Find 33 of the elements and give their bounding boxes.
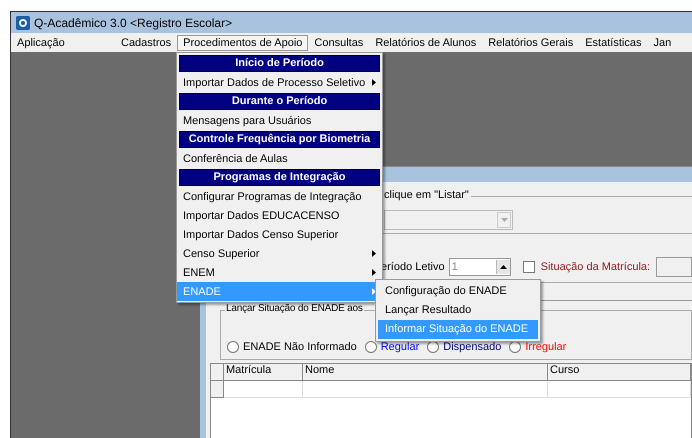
menu-item[interactable]: Consultas: [308, 34, 370, 50]
column-header[interactable]: Curso: [548, 364, 691, 381]
menu-item[interactable]: Relatórios Gerais: [482, 34, 580, 50]
period-field[interactable]: 1: [448, 258, 511, 276]
menu-item[interactable]: Procedimentos de Apoio: [177, 34, 308, 50]
menu-item[interactable]: Cadastros: [115, 34, 178, 50]
group-caption: Lançar Situação do ENADE aos: [225, 303, 364, 314]
menu-item[interactable]: Jan: [647, 34, 678, 50]
column-header[interactable]: Nome: [303, 364, 548, 381]
menu-item[interactable]: Conferência de Aulas: [177, 149, 382, 168]
menu-item[interactable]: Aplicação: [11, 34, 109, 50]
menu-item[interactable]: Mensagens para Usuários: [177, 111, 382, 130]
group-caption: clique em "Listar": [382, 189, 471, 201]
radio-label: Irregular: [525, 341, 566, 353]
menu-item[interactable]: Importar Dados de Processo Seletivo: [177, 73, 382, 92]
menu-section-header: Início de Período: [179, 55, 380, 72]
menu-item[interactable]: Lançar Resultado: [378, 301, 538, 320]
menu-item[interactable]: ENEM: [177, 263, 382, 282]
window-title: Q-Acadêmico 3.0 <Registro Escolar>: [34, 16, 232, 30]
menu-item[interactable]: Importar Dados EDUCACENSO: [177, 206, 382, 225]
menu-item[interactable]: Configurar Programas de Integração: [177, 187, 382, 206]
menu-item[interactable]: Estatísticas: [579, 34, 648, 50]
radio-label: Dispensado: [443, 341, 502, 353]
menu-item[interactable]: Relatórios de Alunos: [369, 34, 482, 50]
menu-section-header: Programas de Integração: [179, 169, 380, 186]
column-header[interactable]: Matrícula: [224, 364, 303, 381]
menu-item[interactable]: Importar Dados Censo Superior: [177, 225, 382, 244]
menu-section-header: Durante o Período: [179, 93, 380, 110]
radio-label: Regular: [380, 341, 420, 353]
menu-section-header: Controle Frequência por Biometria: [179, 131, 380, 148]
radio-label: ENADE Não Informado: [243, 341, 357, 353]
status-label: Situação da Matrícula:: [540, 261, 650, 273]
menu-item[interactable]: Censo Superior: [177, 244, 382, 263]
